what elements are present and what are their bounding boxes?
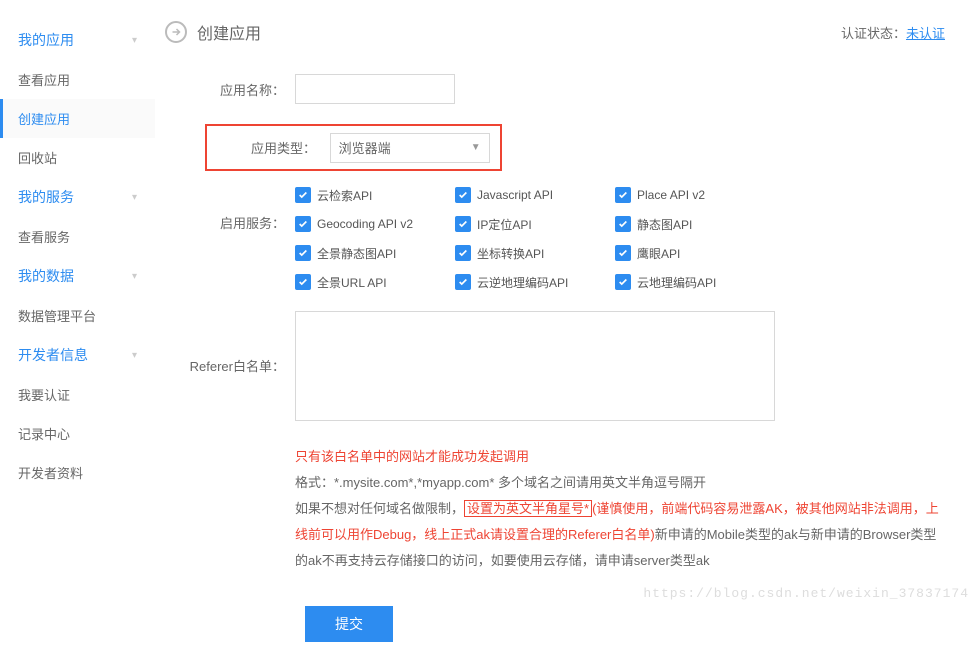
sidebar-group-label: 我的数据 [18,266,74,286]
sidebar-item-create-app[interactable]: 创建应用 [0,99,155,138]
checkbox-checked-icon [455,187,471,203]
service-checkbox[interactable]: 全景URL API [295,274,455,291]
referer-textarea[interactable] [295,311,775,421]
service-label: Geocoding API v2 [317,217,413,231]
app-name-label: 应用名称： [165,74,295,99]
sidebar-item-dev-profile[interactable]: 开发者资料 [0,453,155,492]
sidebar-group-label: 开发者信息 [18,345,88,365]
checkbox-checked-icon [295,187,311,203]
service-checkbox[interactable]: 全景静态图API [295,245,455,262]
star-highlight: 设置为英文半角星号* [464,500,592,517]
service-label: 静态图API [637,216,692,233]
arrow-right-icon [165,21,187,43]
checkbox-checked-icon [615,187,631,203]
auth-status: 认证状态：未认证 [841,23,945,42]
sidebar-item-records[interactable]: 记录中心 [0,414,155,453]
service-label: 云逆地理编码API [477,274,568,291]
checkbox-checked-icon [455,274,471,290]
sidebar-item-view-apps[interactable]: 查看应用 [0,60,155,99]
auth-status-label: 认证状态： [841,26,906,41]
sidebar: 我的应用 ▾ 查看应用 创建应用 回收站 我的服务 ▾ 查看服务 我的数据 ▾ … [0,0,155,662]
checkbox-checked-icon [295,245,311,261]
service-label: 云地理编码API [637,274,716,291]
service-label: 云检索API [317,187,372,204]
service-checkbox[interactable]: Place API v2 [615,187,775,204]
chevron-down-icon: ▾ [132,192,137,203]
service-checkbox[interactable]: 云逆地理编码API [455,274,615,291]
service-checkbox[interactable]: Javascript API [455,187,615,204]
service-label: 鹰眼API [637,245,680,262]
services-grid: 云检索API Javascript API Place API v2 Geocodin… [295,183,945,291]
service-checkbox[interactable]: 云检索API [295,187,455,204]
help-text: 只有该白名单中的网站才能成功发起调用 格式：*.mysite.com*,*mya… [295,444,945,574]
help-line1: 只有该白名单中的网站才能成功发起调用 [295,444,945,470]
main-content: 创建应用 认证状态：未认证 应用名称： 应用类型： 浏览器端 ▼ [155,0,975,662]
sidebar-item-view-services[interactable]: 查看服务 [0,217,155,256]
watermark: https://blog.csdn.net/weixin_37837174 [643,586,969,601]
dropdown-arrow-icon: ▼ [471,142,481,153]
app-type-label: 应用类型： [213,132,326,157]
checkbox-checked-icon [295,274,311,290]
auth-status-link[interactable]: 未认证 [906,26,945,41]
help-line2: 格式：*.mysite.com*,*myapp.com* 多个域名之间请用英文半… [295,470,945,496]
chevron-down-icon: ▾ [132,350,137,361]
service-label: Javascript API [477,188,553,202]
checkbox-checked-icon [455,245,471,261]
app-type-select[interactable]: 浏览器端 ▼ [330,133,490,163]
service-checkbox[interactable]: 静态图API [615,216,775,233]
service-checkbox[interactable]: 鹰眼API [615,245,775,262]
service-checkbox[interactable]: 坐标转换API [455,245,615,262]
service-label: 全景静态图API [317,245,396,262]
checkbox-checked-icon [615,245,631,261]
chevron-down-icon: ▾ [132,35,137,46]
service-label: 坐标转换API [477,245,544,262]
service-label: 全景URL API [317,274,387,291]
sidebar-group-dev-info[interactable]: 开发者信息 ▾ [0,335,155,375]
sidebar-item-data-platform[interactable]: 数据管理平台 [0,296,155,335]
services-label: 启用服务： [165,183,295,232]
referer-label: Referer白名单： [165,311,295,375]
sidebar-group-label: 我的应用 [18,30,74,50]
checkbox-checked-icon [295,216,311,232]
app-name-input[interactable] [295,74,455,104]
checkbox-checked-icon [615,216,631,232]
app-type-highlight: 应用类型： 浏览器端 ▼ [205,124,502,171]
help-line3: 如果不想对任何域名做限制，设置为英文半角星号*(谨慎使用，前端代码容易泄露AK，… [295,496,945,574]
checkbox-checked-icon [615,274,631,290]
chevron-down-icon: ▾ [132,271,137,282]
service-checkbox[interactable]: 云地理编码API [615,274,775,291]
checkbox-checked-icon [455,216,471,232]
service-label: IP定位API [477,216,532,233]
sidebar-group-my-services[interactable]: 我的服务 ▾ [0,177,155,217]
page-title: 创建应用 [197,20,261,44]
service-checkbox[interactable]: Geocoding API v2 [295,216,455,233]
sidebar-group-label: 我的服务 [18,187,74,207]
service-label: Place API v2 [637,188,705,202]
sidebar-item-auth[interactable]: 我要认证 [0,375,155,414]
sidebar-group-my-apps[interactable]: 我的应用 ▾ [0,20,155,60]
sidebar-group-my-data[interactable]: 我的数据 ▾ [0,256,155,296]
app-type-value: 浏览器端 [339,138,391,157]
service-checkbox[interactable]: IP定位API [455,216,615,233]
sidebar-item-recycle[interactable]: 回收站 [0,138,155,177]
